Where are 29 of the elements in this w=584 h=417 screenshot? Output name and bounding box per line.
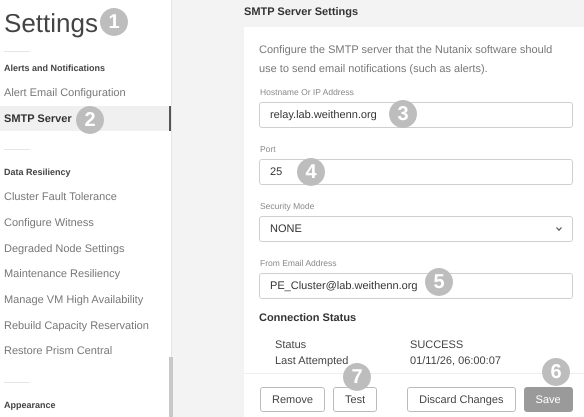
field-label: Port xyxy=(260,144,276,154)
caret-icon xyxy=(556,227,562,231)
status-label: Status xyxy=(275,338,306,352)
description-text: Configure the SMTP server that the Nutanix software should use to send email notifications (such as alerts). xyxy=(259,43,554,77)
section-header: Alerts and Notifications xyxy=(4,62,106,75)
sidebar-item[interactable]: Configure Witness xyxy=(4,216,94,230)
sidebar-item[interactable]: Cluster Fault Tolerance xyxy=(4,190,117,204)
section-header: Appearance xyxy=(4,399,56,412)
action-button[interactable]: Remove xyxy=(260,387,325,412)
sidebar-item[interactable]: Degraded Node Settings xyxy=(4,242,124,256)
sidebar-item[interactable]: SMTP Server xyxy=(4,112,72,126)
sidebar-item[interactable]: Manage VM High Availability xyxy=(4,292,144,307)
settings-title: Settings xyxy=(4,7,98,40)
status-value: 01/11/26, 06:00:07 xyxy=(410,354,501,368)
security-mode-dropdown[interactable]: NONE xyxy=(259,216,573,242)
section-header: Data Resiliency xyxy=(4,166,71,180)
scrollbar-thumb[interactable] xyxy=(169,357,173,417)
field-label: Security Mode xyxy=(260,201,314,211)
sidebar-item[interactable]: Maintenance Resiliency xyxy=(4,267,120,282)
field-label: From Email Address xyxy=(260,258,337,268)
sidebar-item[interactable]: Rebuild Capacity Reservation xyxy=(4,318,149,333)
panel-title: SMTP Server Settings xyxy=(244,5,358,20)
action-button[interactable]: Discard Changes xyxy=(407,387,516,412)
sidebar-item[interactable]: Restore Prism Central xyxy=(4,344,112,358)
sidebar-item[interactable]: Alert Email Configuration xyxy=(4,86,126,100)
status-value: SUCCESS xyxy=(410,338,464,352)
section-heading: Connection Status xyxy=(259,312,356,324)
action-button[interactable]: Test xyxy=(332,387,378,412)
field-label: Hostname Or IP Address xyxy=(260,87,354,97)
